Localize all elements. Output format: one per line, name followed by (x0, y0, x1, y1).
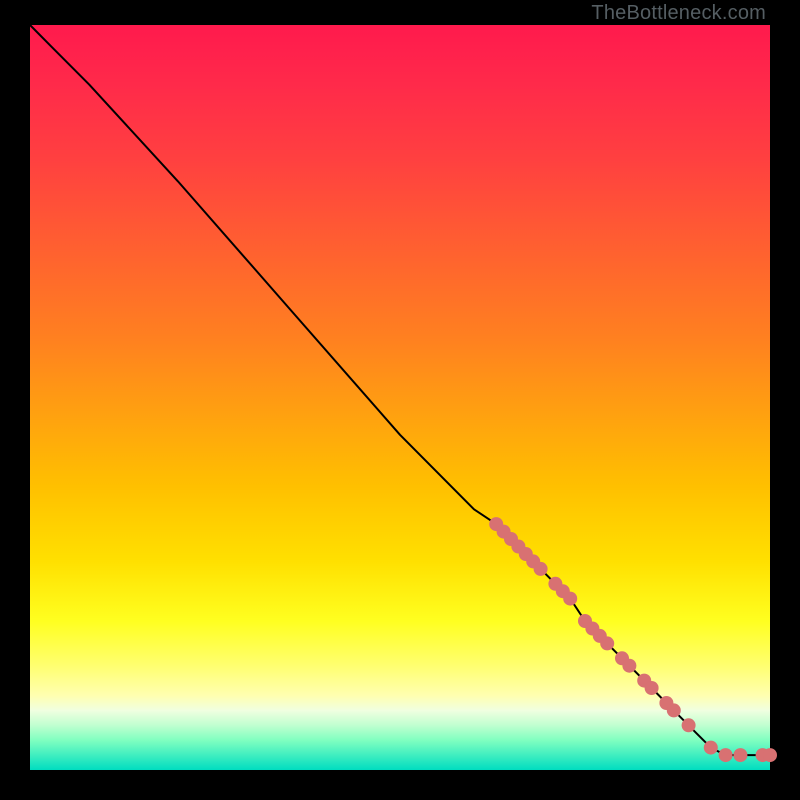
curve-marker-dot (645, 681, 659, 695)
bottleneck-curve-line (30, 25, 770, 755)
curve-marker-dot (719, 748, 733, 762)
curve-marker-dot (704, 741, 718, 755)
curve-markers-group (489, 517, 777, 762)
curve-marker-dot (733, 748, 747, 762)
curve-marker-dot (622, 659, 636, 673)
chart-frame (30, 25, 770, 770)
curve-marker-dot (763, 748, 777, 762)
curve-marker-dot (563, 592, 577, 606)
watermark-text: TheBottleneck.com (591, 2, 766, 25)
curve-marker-dot (600, 636, 614, 650)
curve-marker-dot (534, 562, 548, 576)
curve-marker-dot (667, 703, 681, 717)
chart-svg (30, 25, 770, 770)
curve-marker-dot (682, 718, 696, 732)
